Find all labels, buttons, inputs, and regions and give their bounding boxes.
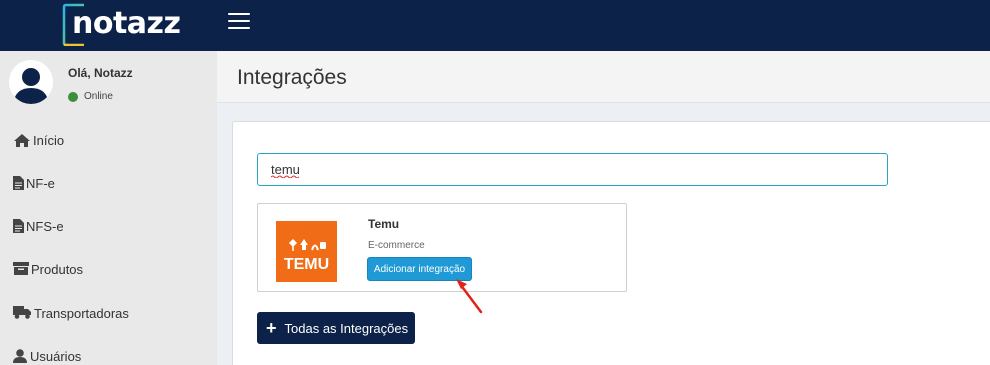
user-avatar-icon (9, 60, 53, 104)
page-title: Integrações (237, 66, 347, 89)
sidebar: Olá, Notazz Online Início NF-e NFS-e Pro… (0, 51, 217, 365)
file-icon (13, 219, 26, 233)
user-panel: Olá, Notazz Online (0, 51, 217, 115)
sidebar-item-label: Usuários (30, 348, 82, 364)
integration-name: Temu (368, 217, 400, 231)
menu-toggle-button[interactable] (228, 13, 250, 31)
temu-logo-text: TEMU (284, 256, 329, 273)
sidebar-item-nfse[interactable]: NFS-e (0, 211, 217, 241)
sidebar-item-inicio[interactable]: Início (0, 125, 217, 155)
spellcheck-underline (271, 175, 299, 178)
all-integrations-label: Todas as Integrações (284, 320, 409, 336)
truck-icon (13, 306, 34, 320)
online-status-icon (68, 91, 78, 102)
content-header: Integrações (217, 51, 990, 103)
sidebar-item-label: Produtos (31, 261, 84, 277)
user-status: Online (68, 91, 113, 102)
add-integration-button[interactable]: Adicionar integração (367, 257, 472, 281)
file-icon (13, 176, 26, 190)
integration-category: E-commerce (368, 240, 425, 251)
temu-logo: TEMU (276, 221, 337, 282)
all-integrations-button[interactable]: + Todas as Integrações (257, 312, 415, 344)
home-icon (13, 133, 33, 147)
user-greeting: Olá, Notazz (68, 66, 133, 80)
notazz-logo[interactable]: notazz (62, 3, 181, 46)
sidebar-item-usuarios[interactable]: Usuários (0, 341, 217, 365)
sidebar-item-nfe[interactable]: NF-e (0, 168, 217, 198)
sidebar-item-label: NF-e (26, 175, 55, 191)
sidebar-item-label: Transportadoras (34, 305, 129, 321)
plus-icon: + (266, 318, 277, 338)
integration-card: TEMU Temu E-commerce Adicionar integraçã… (257, 203, 627, 292)
user-icon (13, 349, 30, 363)
search-input[interactable] (257, 153, 888, 186)
sidebar-item-transportadoras[interactable]: Transportadoras (0, 298, 217, 328)
avatar (9, 60, 53, 104)
top-navbar: notazz (0, 0, 990, 51)
sidebar-item-produtos[interactable]: Produtos (0, 254, 217, 284)
sidebar-item-label: NFS-e (26, 218, 64, 234)
status-text: Online (84, 91, 113, 102)
logo-text: notazz (72, 6, 181, 41)
hamburger-icon (228, 13, 250, 15)
sidebar-item-label: Início (33, 132, 65, 148)
box-icon (13, 262, 31, 276)
